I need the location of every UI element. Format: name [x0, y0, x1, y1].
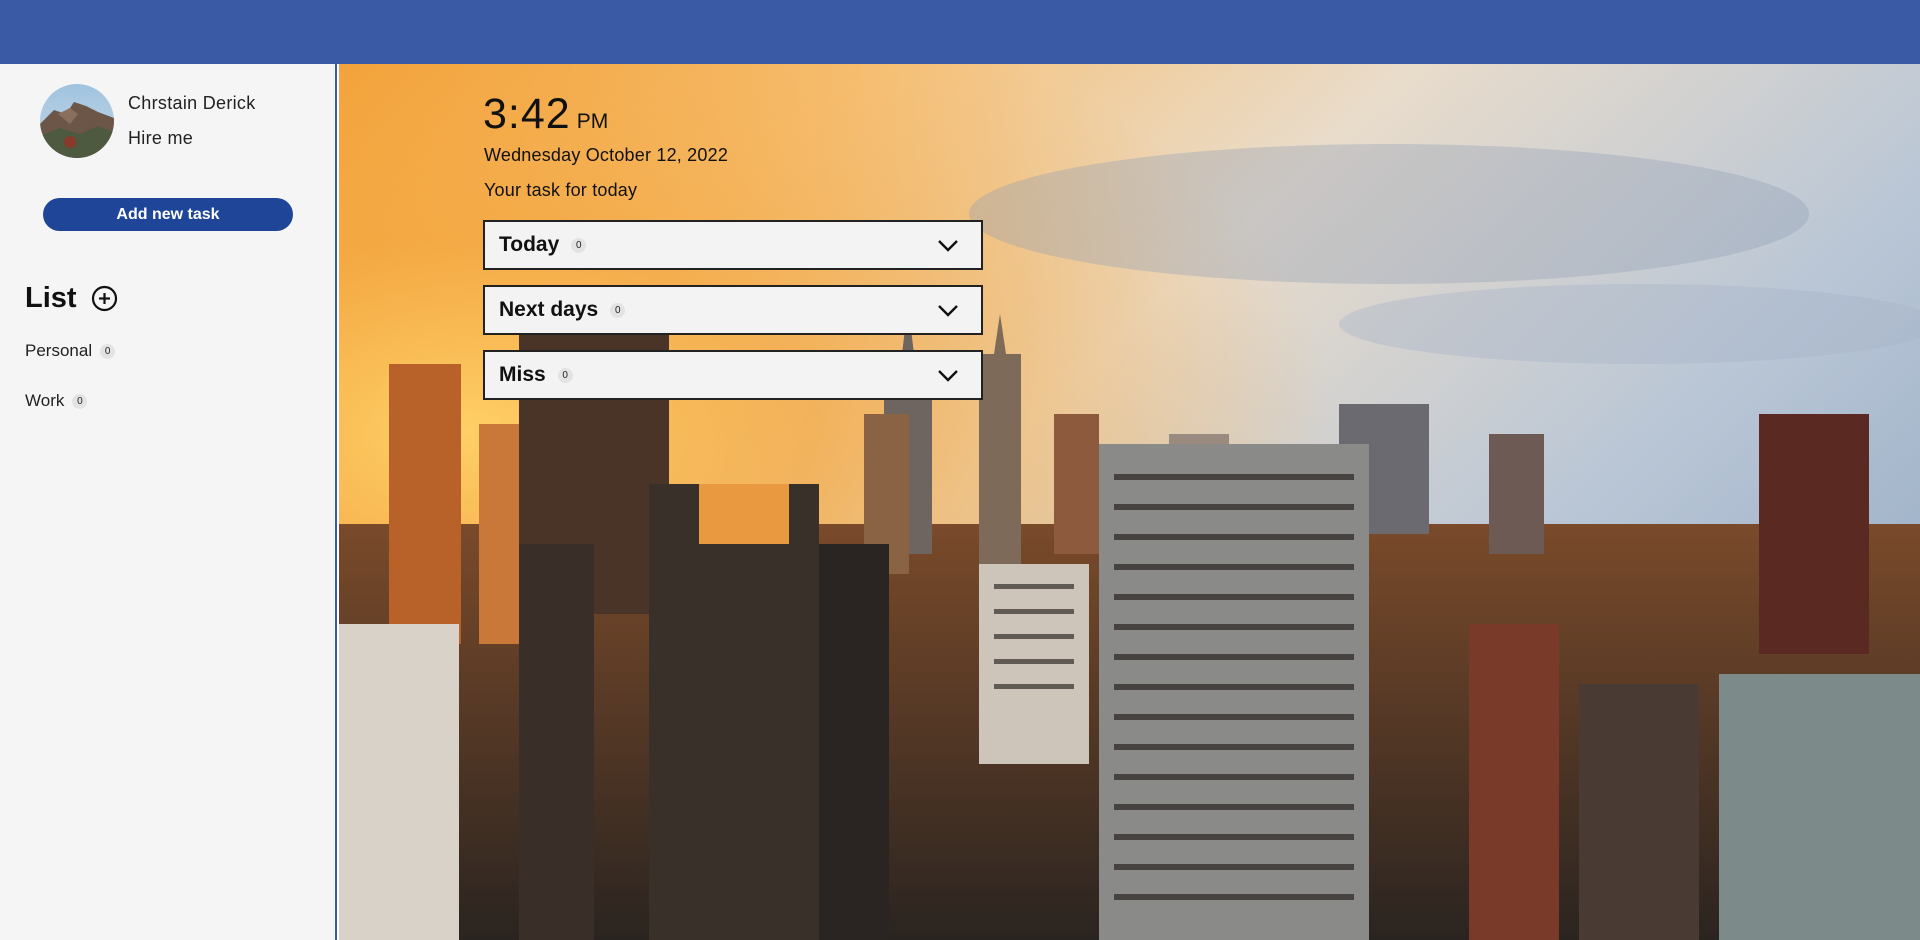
list-item-personal[interactable]: Personal 0 [25, 341, 116, 361]
section-miss[interactable]: Miss 0 [483, 350, 983, 400]
user-profile: Chrstain Derick Hire me [40, 84, 256, 158]
list-item-label: Personal [25, 341, 93, 360]
add-list-icon[interactable] [91, 285, 118, 312]
clock-time: 3:42 [483, 90, 571, 138]
top-bar [0, 0, 1920, 64]
clock: 3:42 PM [483, 90, 608, 139]
count-badge: 0 [557, 367, 573, 383]
profile-text: Chrstain Derick Hire me [128, 86, 256, 156]
list-item-label: Work [25, 391, 65, 410]
count-badge: 0 [72, 393, 88, 409]
avatar[interactable] [40, 84, 114, 158]
list-item-work[interactable]: Work 0 [25, 391, 88, 411]
clock-ampm: PM [576, 110, 609, 133]
main-panel: 3:42 PM Wednesday October 12, 2022 Your t… [339, 64, 1920, 940]
add-new-task-button[interactable]: Add new task [43, 198, 293, 231]
count-badge: 0 [571, 237, 587, 253]
current-date: Wednesday October 12, 2022 [484, 145, 729, 165]
chevron-down-icon[interactable] [937, 236, 959, 256]
chevron-down-icon[interactable] [937, 366, 959, 386]
tasks-subtitle: Your task for today [484, 180, 638, 200]
list-title: List [25, 282, 77, 314]
section-next-days[interactable]: Next days 0 [483, 285, 983, 335]
section-label: Miss [499, 363, 546, 386]
list-heading: List [25, 282, 118, 315]
count-badge: 0 [610, 302, 626, 318]
section-today[interactable]: Today 0 [483, 220, 983, 270]
sidebar: Chrstain Derick Hire me Add new task Lis… [0, 64, 337, 940]
chevron-down-icon[interactable] [937, 301, 959, 321]
user-name: Chrstain Derick [128, 93, 256, 113]
section-label: Today [499, 233, 560, 256]
count-badge: 0 [100, 343, 116, 359]
user-tagline: Hire me [128, 128, 194, 148]
section-label: Next days [499, 298, 599, 321]
